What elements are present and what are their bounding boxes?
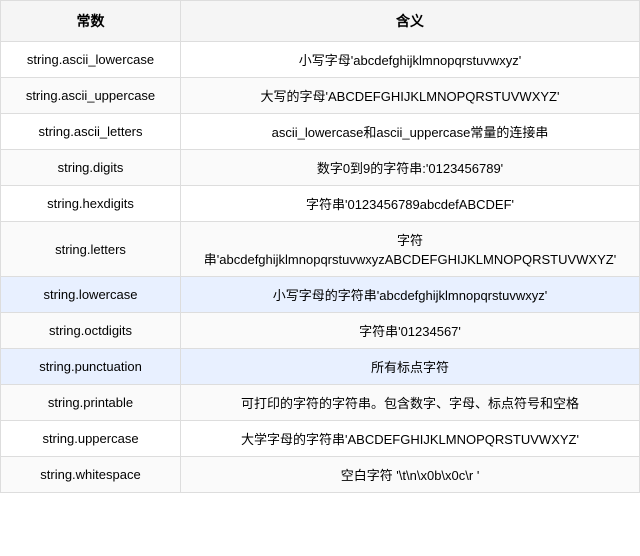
constant-name: string.whitespace [1,457,181,493]
table-row: string.uppercase大学字母的字符串'ABCDEFGHIJKLMNO… [1,421,640,457]
constant-name: string.octdigits [1,313,181,349]
constant-name: string.ascii_lowercase [1,42,181,78]
constant-meaning: 小写字母的字符串'abcdefghijklmnopqrstuvwxyz' [181,277,640,313]
header-meaning: 含义 [181,1,640,42]
table-row: string.letters字符串'abcdefghijklmnopqrstuv… [1,222,640,277]
constants-table: 常数 含义 string.ascii_lowercase小写字母'abcdefg… [0,0,640,493]
table-row: string.punctuation所有标点字符 [1,349,640,385]
constant-meaning: 大学字母的字符串'ABCDEFGHIJKLMNOPQRSTUVWXYZ' [181,421,640,457]
header-constant: 常数 [1,1,181,42]
constant-meaning: 可打印的字符的字符串。包含数字、字母、标点符号和空格 [181,385,640,421]
constant-name: string.ascii_uppercase [1,78,181,114]
table-row: string.ascii_uppercase大写的字母'ABCDEFGHIJKL… [1,78,640,114]
constant-meaning: 小写字母'abcdefghijklmnopqrstuvwxyz' [181,42,640,78]
constant-meaning: ascii_lowercase和ascii_uppercase常量的连接串 [181,114,640,150]
table-row: string.ascii_lowercase小写字母'abcdefghijklm… [1,42,640,78]
constant-meaning: 所有标点字符 [181,349,640,385]
table-row: string.printable可打印的字符的字符串。包含数字、字母、标点符号和… [1,385,640,421]
constant-meaning: 空白字符 '\t\n\x0b\x0c\r ' [181,457,640,493]
constant-meaning: 字符串'0123456789abcdefABCDEF' [181,186,640,222]
constant-meaning: 大写的字母'ABCDEFGHIJKLMNOPQRSTUVWXYZ' [181,78,640,114]
table-row: string.lowercase小写字母的字符串'abcdefghijklmno… [1,277,640,313]
constant-meaning: 字符串'01234567' [181,313,640,349]
constant-name: string.ascii_letters [1,114,181,150]
table-row: string.whitespace空白字符 '\t\n\x0b\x0c\r ' [1,457,640,493]
constant-name: string.digits [1,150,181,186]
table-row: string.octdigits字符串'01234567' [1,313,640,349]
constant-meaning: 数字0到9的字符串:'0123456789' [181,150,640,186]
table-row: string.hexdigits字符串'0123456789abcdefABCD… [1,186,640,222]
constant-name: string.printable [1,385,181,421]
constant-name: string.uppercase [1,421,181,457]
table-row: string.ascii_lettersascii_lowercase和asci… [1,114,640,150]
table-row: string.digits数字0到9的字符串:'0123456789' [1,150,640,186]
constant-name: string.punctuation [1,349,181,385]
constant-name: string.letters [1,222,181,277]
constant-name: string.lowercase [1,277,181,313]
constant-meaning: 字符串'abcdefghijklmnopqrstuvwxyzABCDEFGHIJ… [181,222,640,277]
constant-name: string.hexdigits [1,186,181,222]
